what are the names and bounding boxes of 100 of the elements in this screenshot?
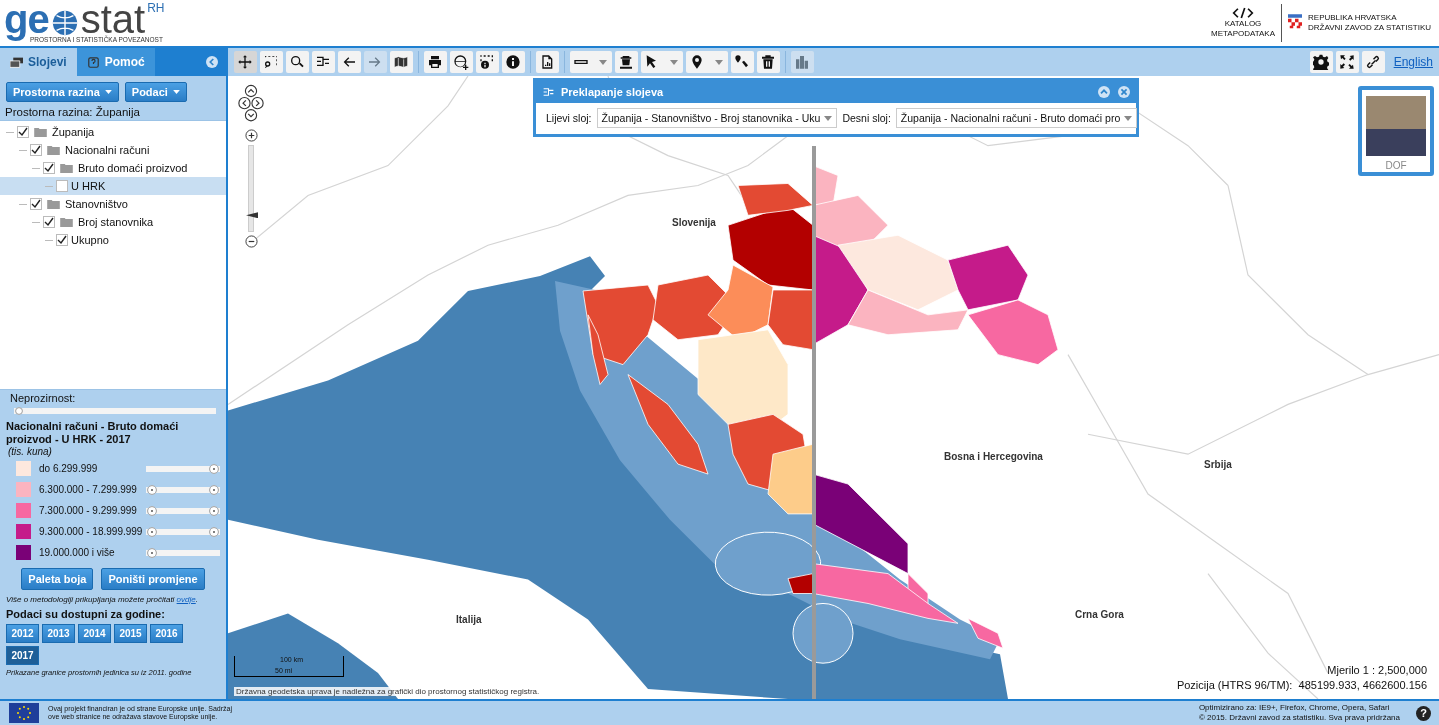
class-label: 9.300.000 - 18.999.999 [39,526,144,537]
year-button[interactable]: 2013 [42,624,75,643]
slider-thumb[interactable] [209,526,219,537]
collapse-icon[interactable] [206,56,218,68]
checkbox[interactable] [43,216,55,228]
left-layer-select[interactable]: Županija - Stanovništvo - Broj stanovnika - Uku [596,108,838,128]
action-button[interactable]: Poništi promjene [101,568,205,590]
print-tool[interactable] [424,51,447,73]
field-label: Desni sloj: [842,112,891,124]
pan-tool[interactable] [234,51,257,73]
panel-title: Preklapanje slojeva [561,86,664,98]
report-tool[interactable] [536,51,559,73]
slider-thumb[interactable] [209,463,219,474]
checkbox[interactable] [43,162,55,174]
caret-icon [104,90,112,94]
map-tool[interactable] [390,51,413,73]
checkbox[interactable] [17,126,29,138]
range-slider[interactable] [146,483,220,496]
tree-item[interactable]: Stanovništvo [0,195,226,213]
range-slider[interactable] [146,525,220,538]
eu-flag-icon [8,703,40,723]
county-regions[interactable] [582,165,1059,649]
select-tool[interactable] [641,51,683,73]
basemap-switcher[interactable]: DOF [1358,86,1434,176]
caret-icon [715,59,723,65]
zoom-slider-thumb[interactable] [246,212,258,219]
checkbox[interactable] [30,198,42,210]
help-icon [86,56,100,68]
info-select-icon [479,54,495,70]
info-icon [505,54,521,70]
checkbox[interactable] [30,144,42,156]
year-button[interactable]: 2012 [6,624,39,643]
spatial-level-text: Prostorna razina: Županija [4,105,141,120]
tree-label: Županija [52,126,95,138]
dropdown-button[interactable]: Podaci [124,82,187,102]
photo-placeholder [1366,96,1426,156]
country-label: Italija [456,614,482,625]
year-button[interactable]: 2014 [78,624,111,643]
action-button[interactable]: Paleta boja [21,568,94,590]
tree-item[interactable]: U HRK [0,177,226,195]
slider-thumb[interactable] [147,484,157,495]
year-button[interactable]: 2017 [6,646,39,665]
zoom-box-tool[interactable] [260,51,283,73]
year-button[interactable]: 2015 [114,624,147,643]
tree-label: Broj stanovnika [78,216,154,228]
class-label: 6.300.000 - 7.299.999 [39,484,138,495]
folder-icon [47,145,60,155]
collapse-icon[interactable] [1098,86,1110,98]
link-button[interactable] [1361,51,1385,73]
search-tool[interactable] [286,51,309,73]
help-button[interactable]: ? [1416,705,1431,721]
zoom-out-icon[interactable] [244,235,258,248]
slider-thumb[interactable] [15,407,23,415]
slider-thumb[interactable] [209,484,219,495]
right-layer-select[interactable]: Županija - Nacionalni računi - Bruto domaći pro [895,108,1138,128]
report-icon [539,54,555,70]
tree-label: Ukupno [71,234,109,246]
tree-item[interactable]: Broj stanovnika [0,213,226,231]
years-title: Podaci su dostupni za godine: [6,608,166,620]
range-slider[interactable] [146,504,220,517]
settings-button[interactable] [1309,51,1333,73]
language-link[interactable]: English [1393,55,1433,69]
year-button[interactable]: 2016 [150,624,183,643]
close-icon[interactable] [1118,86,1130,98]
back-tool[interactable] [338,51,361,73]
opacity-slider[interactable] [14,406,216,416]
measure-tool[interactable] [570,51,612,73]
globe-tool[interactable] [450,51,473,73]
slider-thumb[interactable] [147,505,157,516]
edit-pin-tool[interactable] [731,51,754,73]
sidebar-tab[interactable]: Pomoć [76,48,155,76]
country-label: Bosna i Hercegovina [944,451,1043,462]
checkbox[interactable] [56,180,68,192]
metadata-catalog-link[interactable]: KATALOG METAPODATAKA [1211,7,1275,39]
country-label: Srbija [1204,459,1232,470]
tree-item[interactable]: Bruto domaći proizvod [0,159,226,177]
fullscreen-button[interactable] [1335,51,1359,73]
methodology-link[interactable]: ovdje [176,595,196,604]
delete-tool[interactable] [757,51,780,73]
tree-item[interactable]: Županija [0,123,226,141]
info-select-tool[interactable] [476,51,499,73]
pin-tool[interactable] [686,51,728,73]
slider-thumb[interactable] [147,547,157,558]
checkbox[interactable] [56,234,68,246]
dropdown-button[interactable]: Prostorna razina [6,82,119,102]
caret-icon [599,59,607,65]
info-tool[interactable] [502,51,525,73]
copyright-text: © 2015. Državni zavod za statistiku. Sva prava pridržana [1198,713,1400,723]
caret-icon [824,115,833,121]
zoom-in-icon[interactable] [244,129,258,142]
compare-tool[interactable] [312,51,335,73]
sidebar-tab[interactable]: Slojevi [0,48,77,76]
tree-item[interactable]: Ukupno [0,231,226,249]
clear-measure-tool[interactable] [615,51,638,73]
tree-label: U HRK [71,180,106,192]
slider-thumb[interactable] [147,526,157,537]
tree-item[interactable]: Nacionalni računi [0,141,226,159]
slider-thumb[interactable] [209,505,219,516]
tree-label: Stanovništvo [65,198,128,210]
ruler-trash-icon [618,54,634,70]
